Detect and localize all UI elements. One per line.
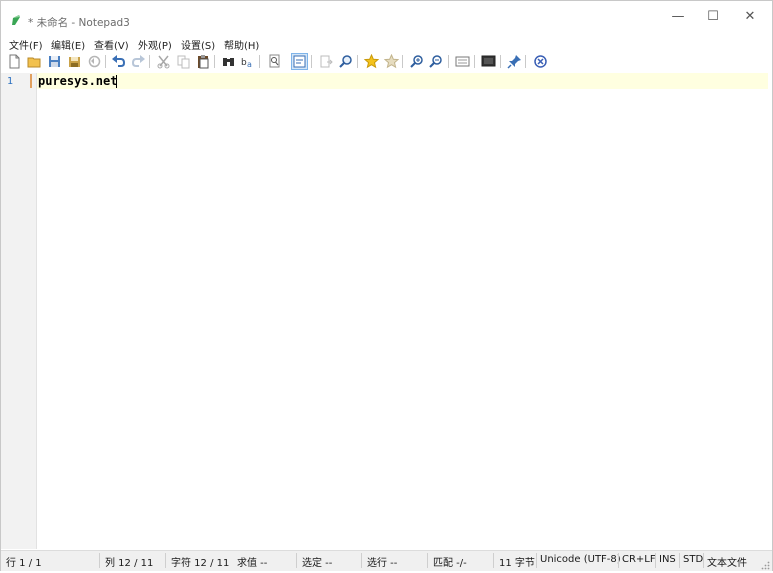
status-ovr[interactable]: INS — [659, 554, 676, 565]
goto-icon[interactable] — [319, 54, 334, 69]
undo-icon[interactable] — [111, 54, 126, 69]
toolbar-separator — [500, 55, 501, 68]
line-number-gutter: 1 — [1, 73, 37, 549]
menu-edit[interactable]: 编辑(E) — [51, 37, 85, 52]
editor-text-line[interactable]: puresys.net — [38, 74, 117, 88]
save-as-icon[interactable] — [67, 54, 82, 69]
maximize-icon: ☐ — [707, 9, 719, 24]
status-line[interactable]: 行 1 / 1 — [6, 554, 42, 569]
status-eol[interactable]: CR+LF — [622, 554, 656, 565]
word-wrap-icon[interactable] — [291, 53, 308, 70]
open-folder-icon[interactable] — [27, 54, 42, 69]
customize-icon[interactable] — [481, 54, 496, 69]
menu-file[interactable]: 文件(F) — [9, 37, 43, 52]
zoom-out-icon[interactable] — [429, 54, 444, 69]
revert-icon[interactable] — [87, 54, 102, 69]
find-icon[interactable] — [221, 54, 236, 69]
text-caret — [116, 75, 117, 88]
change-marker — [30, 74, 32, 88]
copy-icon[interactable] — [176, 54, 191, 69]
paste-icon[interactable] — [196, 54, 211, 69]
current-line-highlight — [37, 73, 768, 89]
status-selection[interactable]: 选定 -- — [302, 554, 332, 569]
status-chars[interactable]: 字符 12 / 11 — [171, 554, 229, 569]
status-separator — [536, 553, 537, 568]
close-icon: ✕ — [744, 9, 756, 24]
toolbar-separator — [474, 55, 475, 68]
toolbar-separator — [214, 55, 215, 68]
status-filetype[interactable]: 文本文件 — [707, 554, 747, 569]
menu-help[interactable]: 帮助(H) — [224, 37, 259, 52]
schemes-icon[interactable] — [455, 54, 470, 69]
maximize-button[interactable]: ☐ — [693, 1, 733, 33]
notepad3-window: * 未命名 - Notepad3 — ☐ ✕ 文件(F) 编辑(E) 查看(V)… — [0, 0, 773, 571]
new-file-icon[interactable] — [7, 54, 22, 69]
status-separator — [655, 553, 656, 568]
favorite-icon[interactable] — [364, 54, 379, 69]
status-separator — [99, 553, 100, 568]
status-separator — [618, 553, 619, 568]
menu-view[interactable]: 查看(V) — [94, 37, 129, 52]
status-column[interactable]: 列 12 / 11 — [105, 554, 153, 569]
redo-icon[interactable] — [131, 54, 146, 69]
title-bar[interactable]: * 未命名 - Notepad3 — ☐ ✕ — [1, 1, 772, 33]
find-in-files-icon[interactable] — [267, 54, 282, 69]
toolbar-separator — [357, 55, 358, 68]
line-number: 1 — [7, 76, 14, 87]
pin-icon[interactable] — [507, 54, 522, 69]
svg-text:a: a — [247, 60, 252, 69]
toolbar: ba — [1, 51, 772, 74]
status-separator — [493, 553, 494, 568]
status-separator — [361, 553, 362, 568]
status-bar: 行 1 / 1 列 12 / 11 字符 12 / 11 求值 -- 选定 --… — [1, 550, 772, 571]
minimize-button[interactable]: — — [658, 1, 698, 33]
toolbar-separator — [448, 55, 449, 68]
minimize-icon: — — [671, 9, 685, 24]
notepad3-logo-icon — [10, 14, 22, 26]
status-mode[interactable]: STD — [683, 554, 703, 565]
status-bytes[interactable]: 11 字节 — [499, 554, 535, 569]
status-separator — [165, 553, 166, 568]
toolbar-separator — [311, 55, 312, 68]
window-title: * 未命名 - Notepad3 — [28, 17, 130, 29]
resize-grip-icon[interactable] — [761, 560, 770, 570]
add-favorite-icon[interactable] — [384, 54, 399, 69]
search-icon[interactable] — [339, 54, 354, 69]
status-encoding[interactable]: Unicode (UTF-8) — [540, 554, 621, 565]
toolbar-separator — [105, 55, 106, 68]
status-selected-lines[interactable]: 选行 -- — [367, 554, 397, 569]
close-button[interactable]: ✕ — [730, 1, 770, 33]
status-separator — [427, 553, 428, 568]
status-separator — [703, 553, 704, 568]
cut-icon[interactable] — [156, 54, 171, 69]
exit-icon[interactable] — [533, 54, 548, 69]
toolbar-separator — [402, 55, 403, 68]
menu-settings[interactable]: 设置(S) — [181, 37, 215, 52]
status-match[interactable]: 匹配 -/- — [433, 554, 467, 569]
menu-bar: 文件(F) 编辑(E) 查看(V) 外观(P) 设置(S) 帮助(H) — [1, 34, 772, 52]
toolbar-separator — [259, 55, 260, 68]
menu-appearance[interactable]: 外观(P) — [138, 37, 172, 52]
replace-icon[interactable]: ba — [240, 54, 255, 69]
toolbar-separator — [525, 55, 526, 68]
status-sum[interactable]: 求值 -- — [237, 554, 267, 569]
zoom-in-icon[interactable] — [410, 54, 425, 69]
status-separator — [296, 553, 297, 568]
toolbar-separator — [149, 55, 150, 68]
status-separator — [679, 553, 680, 568]
save-icon[interactable] — [47, 54, 62, 69]
editor-area[interactable]: 1 puresys.net — [1, 73, 772, 549]
